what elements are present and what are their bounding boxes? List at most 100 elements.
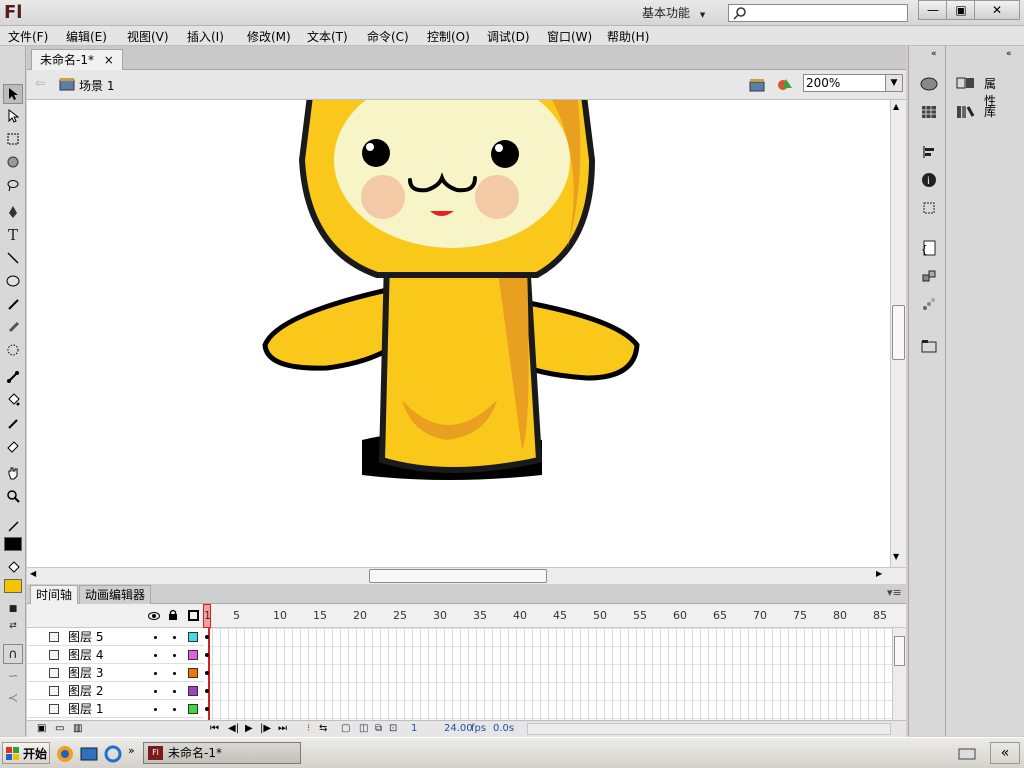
visibility-dot[interactable] — [154, 672, 157, 675]
menu-window[interactable]: 窗口(W) — [547, 28, 592, 45]
lock-dot[interactable] — [173, 708, 176, 711]
oval-icon[interactable] — [3, 271, 23, 291]
collapse-icon[interactable]: « — [1006, 49, 1012, 59]
align-icon[interactable] — [919, 142, 939, 162]
timeline-vertical-scrollbar[interactable] — [892, 628, 906, 720]
layer-row[interactable]: 图层 1 — [27, 700, 204, 718]
back-arrow-icon[interactable]: ⇦ — [35, 76, 45, 90]
project-icon[interactable] — [919, 336, 939, 356]
visibility-dot[interactable] — [154, 708, 157, 711]
layer-color-swatch[interactable] — [188, 668, 198, 678]
lock-icon[interactable] — [168, 609, 178, 621]
text-icon[interactable]: T — [3, 225, 23, 245]
desktop-icon[interactable] — [80, 745, 98, 763]
edit-scene-icon[interactable] — [749, 77, 769, 93]
go-first-frame-icon[interactable]: ⏮ — [210, 723, 219, 734]
panel-menu-icon[interactable]: ▾≡ — [887, 586, 902, 599]
layer-color-swatch[interactable] — [188, 704, 198, 714]
taskbar-item-flash[interactable]: Fl 未命名-1* — [143, 742, 301, 764]
motion-presets-icon[interactable] — [919, 294, 939, 314]
tab-timeline[interactable]: 时间轴 — [30, 585, 79, 604]
info-icon[interactable]: i — [919, 170, 939, 190]
delete-layer-icon[interactable]: ▥ — [73, 723, 82, 734]
pencil-icon[interactable] — [3, 294, 23, 314]
visibility-dot[interactable] — [154, 636, 157, 639]
layer-color-swatch[interactable] — [188, 650, 198, 660]
menu-control[interactable]: 控制(O) — [427, 28, 470, 45]
lock-dot[interactable] — [173, 690, 176, 693]
zoom-icon[interactable] — [3, 486, 23, 506]
visibility-dot[interactable] — [154, 654, 157, 657]
components-icon[interactable] — [919, 266, 939, 286]
stage-canvas[interactable] — [27, 100, 890, 567]
free-transform-icon[interactable] — [3, 129, 23, 149]
internet-explorer-icon[interactable] — [104, 745, 122, 763]
deco-icon[interactable] — [3, 340, 23, 360]
onion-markers-icon[interactable]: ⊡ — [389, 723, 397, 734]
menu-insert[interactable]: 插入(I) — [187, 28, 224, 45]
straighten-icon[interactable]: ≺ — [3, 688, 23, 708]
lock-dot[interactable] — [173, 636, 176, 639]
keyboard-icon[interactable] — [958, 747, 976, 761]
eye-icon[interactable] — [148, 611, 160, 621]
menu-file[interactable]: 文件(F) — [8, 28, 48, 45]
menu-debug[interactable]: 调试(D) — [487, 28, 530, 45]
transform-icon[interactable] — [919, 198, 939, 218]
scroll-right-icon[interactable]: ▶ — [876, 569, 882, 578]
collapse-icon[interactable]: « — [931, 49, 937, 59]
stage-horizontal-scrollbar[interactable]: ◀ ▶ — [27, 567, 906, 584]
color-palette-icon[interactable] — [919, 74, 939, 94]
layer-row[interactable]: 图层 4 — [27, 646, 204, 664]
workspace-switcher[interactable]: 基本功能 ▼ — [634, 4, 714, 22]
lock-dot[interactable] — [173, 672, 176, 675]
lock-dot[interactable] — [173, 654, 176, 657]
properties-panel-button[interactable]: 属性 — [956, 76, 996, 108]
quick-launch-more-icon[interactable]: » — [128, 744, 135, 757]
eraser-icon[interactable] — [3, 436, 23, 456]
frame-grid[interactable] — [204, 628, 892, 720]
keyframe-dot[interactable] — [205, 671, 209, 675]
scroll-up-icon[interactable]: ▲ — [893, 102, 899, 111]
horizontal-scroll-thumb[interactable] — [369, 569, 547, 583]
smooth-icon[interactable]: ∽ — [3, 666, 23, 686]
menu-text[interactable]: 文本(T) — [307, 28, 348, 45]
document-tab[interactable]: 未命名-1* × — [31, 49, 123, 70]
menu-commands[interactable]: 命令(C) — [367, 28, 409, 45]
scroll-left-icon[interactable]: ◀ — [30, 569, 36, 578]
layer-color-swatch[interactable] — [188, 632, 198, 642]
keyframe-dot[interactable] — [205, 689, 209, 693]
new-layer-icon[interactable]: ▣ — [37, 723, 46, 734]
pen-icon[interactable] — [3, 202, 23, 222]
center-frame-icon[interactable]: ⁝ — [307, 723, 310, 734]
help-search-input[interactable] — [728, 4, 908, 22]
menu-help[interactable]: 帮助(H) — [607, 28, 649, 45]
tab-motion-editor[interactable]: 动画编辑器 — [79, 585, 152, 604]
layer-name[interactable]: 图层 5 — [68, 628, 103, 646]
selection-tool-icon[interactable] — [3, 84, 23, 104]
layer-row[interactable]: 图层 2 — [27, 682, 204, 700]
scroll-down-icon[interactable]: ▼ — [893, 552, 899, 561]
keyframe-dot[interactable] — [205, 707, 209, 711]
keyframe-dot[interactable] — [205, 635, 209, 639]
brush-icon[interactable] — [3, 317, 23, 337]
step-back-icon[interactable]: ◀| — [228, 723, 239, 734]
paint-bucket-icon[interactable] — [3, 390, 23, 410]
menu-edit[interactable]: 编辑(E) — [66, 28, 107, 45]
close-icon[interactable]: × — [104, 53, 114, 67]
onion-skin-icon[interactable]: ▢ — [341, 723, 350, 734]
stage-vertical-scrollbar[interactable]: ▲ ▼ — [890, 100, 906, 567]
outline-icon[interactable] — [188, 610, 199, 621]
visibility-dot[interactable] — [154, 690, 157, 693]
library-panel-button[interactable]: 库 — [956, 104, 996, 123]
restore-button[interactable]: ▣ — [946, 0, 976, 20]
layer-name[interactable]: 图层 2 — [68, 682, 103, 700]
timeline-scroll-thumb[interactable] — [894, 636, 905, 666]
layer-name[interactable]: 图层 1 — [68, 700, 103, 718]
chevron-down-icon[interactable]: ▼ — [885, 74, 903, 92]
play-icon[interactable]: ▶ — [245, 723, 253, 734]
menu-modify[interactable]: 修改(M) — [247, 28, 291, 45]
layer-row[interactable]: 图层 3 — [27, 664, 204, 682]
new-folder-icon[interactable]: ▭ — [55, 723, 64, 734]
swatches-icon[interactable] — [919, 102, 939, 122]
stroke-color-swatch[interactable] — [4, 537, 22, 551]
